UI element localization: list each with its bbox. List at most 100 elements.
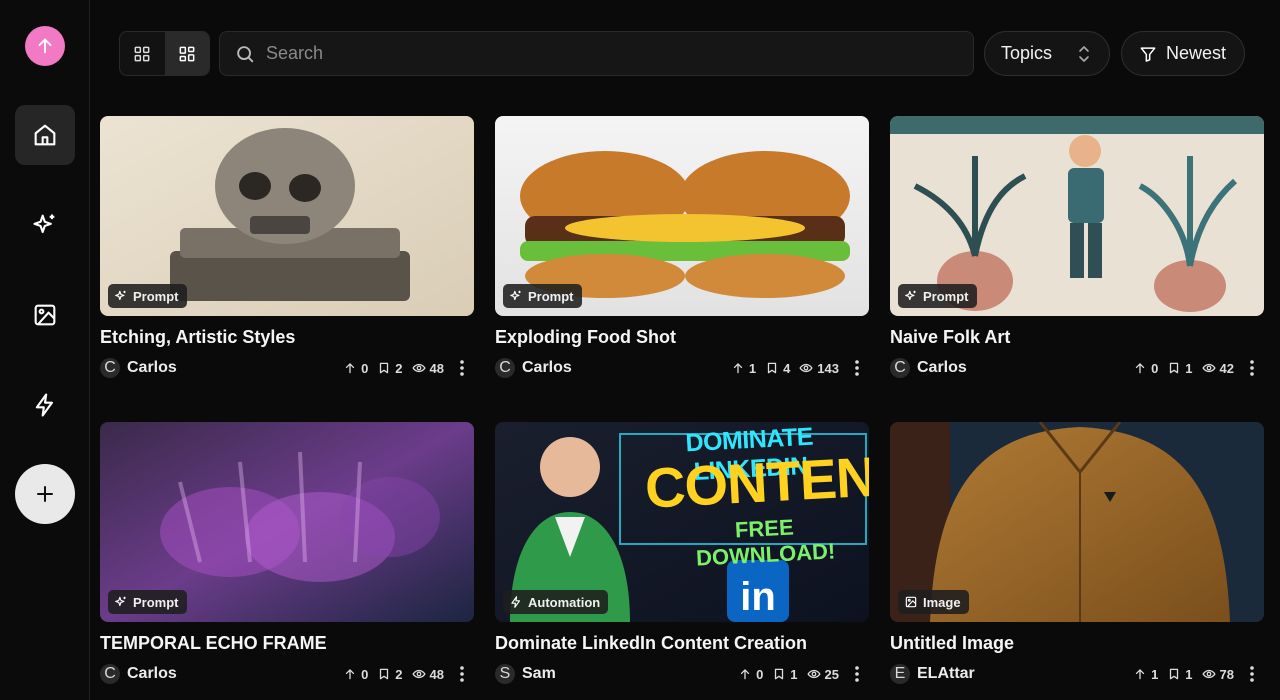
- upvote-value: 0: [756, 666, 764, 682]
- upvote-count[interactable]: 0: [1133, 361, 1158, 376]
- bookmark-icon: [1167, 361, 1181, 375]
- author[interactable]: S Sam: [495, 664, 556, 684]
- card: Prompt Etching, Artistic Styles C Carlos…: [100, 116, 474, 379]
- upvote-value: 1: [748, 360, 757, 376]
- upvote-count[interactable]: 1: [1133, 667, 1158, 682]
- view-value: 25: [824, 666, 839, 682]
- more-options-button[interactable]: [1244, 358, 1260, 378]
- card-type-badge: Prompt: [898, 284, 977, 308]
- view-toggle: [119, 31, 210, 76]
- author[interactable]: C Carlos: [495, 358, 572, 378]
- topics-label: Topics: [1001, 43, 1053, 63]
- card-meta: E ELAttar 1 1 78: [890, 663, 1264, 685]
- card-thumbnail[interactable]: Prompt: [100, 116, 474, 316]
- nav-automations[interactable]: [15, 375, 75, 435]
- card-title[interactable]: TEMPORAL ECHO FRAME: [100, 633, 474, 654]
- linkedin-logo-text: in: [740, 575, 776, 619]
- upvote-count[interactable]: 1: [731, 361, 756, 376]
- logo[interactable]: [25, 26, 65, 66]
- eye-icon: [807, 667, 821, 681]
- nav-prompts[interactable]: [15, 195, 75, 255]
- sparkles-icon: [33, 214, 55, 234]
- card-thumbnail[interactable]: Prompt: [890, 116, 1264, 316]
- author[interactable]: C Carlos: [890, 358, 967, 378]
- topics-dropdown[interactable]: Topics: [984, 31, 1110, 76]
- search-bar: [219, 31, 974, 76]
- badge-label: Prompt: [133, 288, 179, 304]
- upvote-value: 0: [1151, 360, 1159, 376]
- save-count[interactable]: 1: [1167, 666, 1193, 682]
- card-thumbnail[interactable]: Image: [890, 422, 1264, 622]
- card-title[interactable]: Untitled Image: [890, 633, 1264, 654]
- card-stats: 0 2 48: [334, 664, 470, 684]
- more-options-button[interactable]: [849, 358, 865, 378]
- card-stats: 0 1 42: [1124, 358, 1260, 378]
- thumb-headline-3: FREE DOWNLOAD!: [695, 514, 836, 571]
- card-stats: 1 4 143: [722, 358, 865, 378]
- author[interactable]: E ELAttar: [890, 664, 975, 684]
- more-options-button[interactable]: [1244, 664, 1260, 684]
- lightning-icon: [509, 595, 523, 609]
- card-title[interactable]: Exploding Food Shot: [495, 327, 869, 348]
- bookmark-icon: [772, 667, 786, 681]
- card-thumbnail[interactable]: in DOMINATE LINKEDIN CONTENT FREE DOWNLO…: [495, 422, 869, 622]
- author-name: Sam: [522, 665, 556, 682]
- avatar: C: [100, 358, 120, 378]
- author[interactable]: C Carlos: [100, 664, 177, 684]
- nav-images[interactable]: [15, 285, 75, 345]
- create-button[interactable]: [15, 464, 75, 524]
- eye-icon: [412, 667, 426, 681]
- author-name: Carlos: [127, 359, 177, 376]
- badge-label: Prompt: [923, 288, 969, 304]
- avatar: E: [890, 664, 910, 684]
- view-value: 78: [1219, 666, 1234, 682]
- author[interactable]: C Carlos: [100, 358, 177, 378]
- avatar: C: [100, 664, 120, 684]
- save-count[interactable]: 4: [765, 361, 790, 376]
- author-name: ELAttar: [917, 665, 975, 682]
- save-count[interactable]: 1: [772, 666, 798, 682]
- save-value: 1: [790, 666, 798, 682]
- search-input[interactable]: [266, 43, 916, 64]
- card-title[interactable]: Dominate LinkedIn Content Creation: [495, 633, 869, 654]
- card-meta: S Sam 0 1 25: [495, 663, 869, 685]
- upvote-count[interactable]: 0: [343, 361, 368, 376]
- save-count[interactable]: 1: [1167, 361, 1193, 376]
- grid-compact-icon: [179, 46, 195, 61]
- author-name: Carlos: [917, 359, 967, 376]
- card-title[interactable]: Naive Folk Art: [890, 327, 1264, 348]
- save-count[interactable]: 2: [377, 361, 403, 376]
- view-grid-compact-button[interactable]: [164, 32, 209, 75]
- card: Prompt Naive Folk Art C Carlos 0 1 42: [890, 116, 1264, 379]
- view-grid-large-button[interactable]: [120, 32, 165, 75]
- card-meta: C Carlos 0 1 42: [890, 357, 1264, 379]
- card-stats: 0 1 25: [729, 664, 865, 684]
- upvote-count[interactable]: 0: [343, 667, 368, 682]
- more-options-button[interactable]: [849, 664, 865, 684]
- upvote-count[interactable]: 0: [738, 667, 763, 682]
- view-count: 48: [412, 667, 444, 682]
- card-thumbnail[interactable]: Prompt: [495, 116, 869, 316]
- card-type-badge: Prompt: [503, 284, 582, 308]
- view-value: 48: [429, 666, 444, 682]
- save-value: 4: [783, 360, 791, 376]
- save-value: 1: [1185, 666, 1193, 682]
- nav-home[interactable]: [15, 105, 75, 165]
- arrow-up-icon: [1133, 667, 1147, 681]
- sparkles-icon: [509, 289, 523, 303]
- card-type-badge: Prompt: [108, 284, 187, 308]
- avatar: C: [890, 358, 910, 378]
- save-count[interactable]: 2: [377, 667, 403, 682]
- card-type-badge: Automation: [503, 590, 609, 614]
- bookmark-icon: [377, 361, 391, 375]
- eye-icon: [799, 361, 813, 375]
- arrow-up-icon: [731, 361, 745, 375]
- more-options-button[interactable]: [454, 358, 470, 378]
- avatar: C: [495, 358, 515, 378]
- card-thumbnail[interactable]: Prompt: [100, 422, 474, 622]
- sort-button[interactable]: Newest: [1121, 31, 1245, 76]
- card-title[interactable]: Etching, Artistic Styles: [100, 327, 474, 348]
- sort-label: Newest: [1166, 43, 1227, 63]
- upvote-value: 0: [361, 666, 369, 682]
- more-options-button[interactable]: [454, 664, 470, 684]
